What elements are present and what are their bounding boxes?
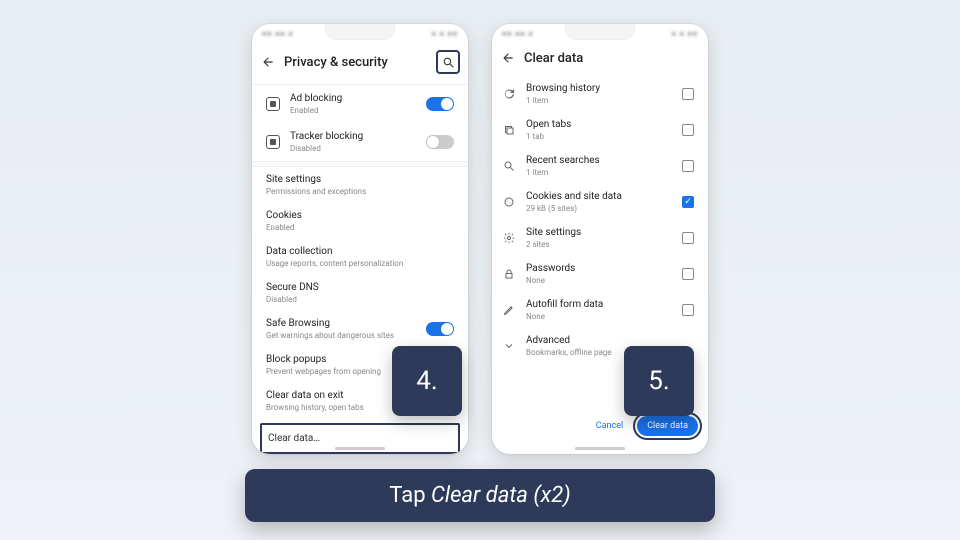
row-cookies[interactable]: Cookies Enabled <box>252 203 468 239</box>
checkbox[interactable] <box>682 124 694 136</box>
lock-icon <box>502 267 516 281</box>
row-site-settings[interactable]: Site settings 2 sites <box>492 220 708 256</box>
checkbox[interactable] <box>682 88 694 100</box>
cancel-button[interactable]: Cancel <box>590 417 629 435</box>
phone-notch <box>325 24 395 40</box>
checkbox[interactable]: ✓ <box>682 196 694 208</box>
toggle-tracker-blocking[interactable] <box>426 135 454 149</box>
dialog-actions: Cancel Clear data <box>590 416 698 436</box>
row-recent-searches[interactable]: Recent searches 1 item <box>492 148 708 184</box>
row-passwords[interactable]: Passwords None <box>492 256 708 292</box>
search-icon <box>502 159 516 173</box>
toggle-ad-blocking[interactable] <box>426 97 454 111</box>
step-badge-4: 4. <box>392 346 462 416</box>
page-title: Privacy & security <box>284 55 428 70</box>
clear-data-button[interactable]: Clear data <box>637 416 698 436</box>
row-tracker-blocking[interactable]: Tracker blocking Disabled <box>252 123 468 161</box>
back-icon[interactable] <box>500 50 516 66</box>
phone-notch <box>565 24 635 40</box>
checkbox[interactable] <box>682 268 694 280</box>
home-indicator <box>335 447 385 450</box>
cookie-icon <box>502 195 516 209</box>
row-cookies-site-data[interactable]: Cookies and site data 29 kB (5 sites) ✓ <box>492 184 708 220</box>
header: Clear data <box>492 44 708 76</box>
row-browsing-history[interactable]: Browsing history 1 item <box>492 76 708 112</box>
checkbox[interactable] <box>682 232 694 244</box>
header: Privacy & security <box>252 44 468 85</box>
search-icon[interactable] <box>436 50 460 74</box>
row-site-settings[interactable]: Site settings Permissions and exceptions <box>252 167 468 203</box>
row-secure-dns[interactable]: Secure DNS Disabled <box>252 275 468 311</box>
step-badge-5: 5. <box>624 346 694 416</box>
history-icon <box>502 87 516 101</box>
row-autofill[interactable]: Autofill form data None <box>492 292 708 328</box>
gear-icon <box>502 231 516 245</box>
pencil-icon <box>502 303 516 317</box>
page-title: Clear data <box>524 51 700 66</box>
back-icon[interactable] <box>260 54 276 70</box>
shield-icon <box>266 97 280 111</box>
tabs-icon <box>502 123 516 137</box>
instruction-caption: Tap Clear data (x2) <box>245 469 715 522</box>
checkbox[interactable] <box>682 160 694 172</box>
row-safe-browsing[interactable]: Safe Browsing Get warnings about dangero… <box>252 311 468 347</box>
checkbox[interactable] <box>682 304 694 316</box>
home-indicator <box>575 447 625 450</box>
row-open-tabs[interactable]: Open tabs 1 tab <box>492 112 708 148</box>
chevron-down-icon <box>502 339 516 353</box>
shield-icon <box>266 135 280 149</box>
row-ad-blocking[interactable]: Ad blocking Enabled <box>252 85 468 123</box>
row-data-collection[interactable]: Data collection Usage reports, content p… <box>252 239 468 275</box>
toggle-safe-browsing[interactable] <box>426 322 454 336</box>
